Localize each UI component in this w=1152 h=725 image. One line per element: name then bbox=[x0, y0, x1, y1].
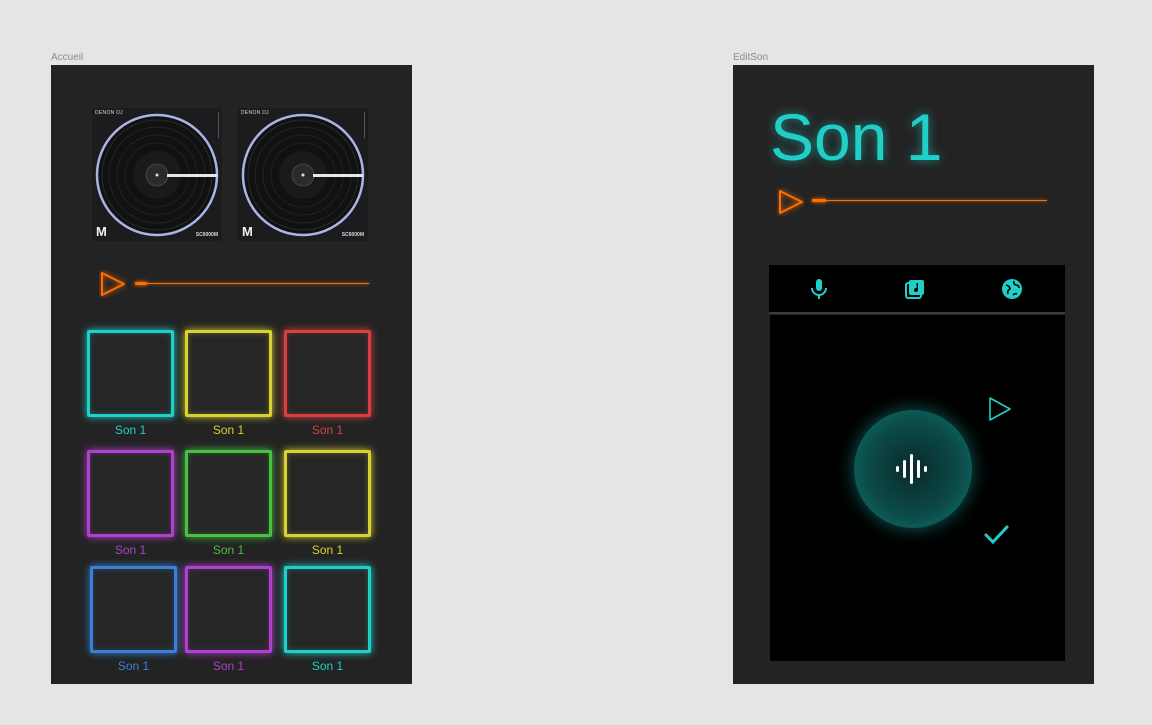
globe-icon[interactable] bbox=[1000, 277, 1024, 301]
sound-pad[interactable]: Son 1 bbox=[87, 330, 174, 437]
deck-model: SC6000M bbox=[341, 232, 364, 238]
source-tabs bbox=[769, 265, 1065, 314]
pad-square[interactable] bbox=[284, 566, 371, 653]
playback-bar bbox=[777, 186, 1049, 216]
sound-pad[interactable]: Son 1 bbox=[185, 450, 272, 557]
pad-label: Son 1 bbox=[117, 659, 150, 673]
deck-logo: M bbox=[242, 224, 253, 239]
platter[interactable] bbox=[95, 113, 219, 237]
recording-panel bbox=[770, 315, 1065, 661]
deck-model: SC6000M bbox=[195, 232, 218, 238]
pad-label: Son 1 bbox=[311, 543, 344, 557]
pad-square[interactable] bbox=[284, 330, 371, 417]
pad-square[interactable] bbox=[90, 566, 177, 653]
pitch-fader[interactable] bbox=[354, 112, 365, 138]
pad-square[interactable] bbox=[284, 450, 371, 537]
checkmark-icon[interactable] bbox=[983, 523, 1011, 547]
sound-pad[interactable]: Son 1 bbox=[185, 566, 272, 673]
pad-label: Son 1 bbox=[114, 543, 147, 557]
sound-pad[interactable]: Son 1 bbox=[90, 566, 177, 673]
record-button[interactable] bbox=[854, 410, 972, 528]
sound-pad[interactable]: Son 1 bbox=[87, 450, 174, 557]
play-icon[interactable] bbox=[99, 270, 127, 298]
platter[interactable] bbox=[241, 113, 365, 237]
sound-pad[interactable]: Son 1 bbox=[284, 330, 371, 437]
music-library-icon[interactable] bbox=[903, 277, 927, 301]
pad-square[interactable] bbox=[87, 330, 174, 417]
turntable-deck-right[interactable]: DENON DJ M SC6000M bbox=[238, 108, 368, 241]
deck-brand: DENON DJ bbox=[241, 110, 269, 116]
turntable-deck-left[interactable]: DENON DJ M SC6000M bbox=[92, 108, 222, 241]
sound-pad[interactable]: Son 1 bbox=[185, 330, 272, 437]
pad-square[interactable] bbox=[185, 330, 272, 417]
deck-brand: DENON DJ bbox=[95, 110, 123, 116]
pad-label: Son 1 bbox=[212, 659, 245, 673]
pad-label: Son 1 bbox=[311, 659, 344, 673]
play-outline-icon[interactable] bbox=[986, 395, 1014, 423]
frame-label-accueil: Accueil bbox=[51, 52, 84, 63]
progress-track[interactable] bbox=[135, 283, 369, 284]
pad-label: Son 1 bbox=[212, 423, 245, 437]
sound-title: Son 1 bbox=[770, 100, 943, 174]
accueil-screen: DENON DJ M SC6000M DENON DJ M SC6000M So… bbox=[51, 65, 412, 684]
editson-screen: Son 1 bbox=[733, 65, 1094, 684]
pad-label: Son 1 bbox=[114, 423, 147, 437]
sound-pad[interactable]: Son 1 bbox=[284, 566, 371, 673]
play-icon[interactable] bbox=[777, 188, 805, 216]
pad-square[interactable] bbox=[185, 566, 272, 653]
progress-track[interactable] bbox=[812, 200, 1047, 201]
playback-bar bbox=[99, 268, 371, 298]
sound-pad[interactable]: Son 1 bbox=[284, 450, 371, 557]
pitch-fader[interactable] bbox=[208, 112, 219, 138]
microphone-icon[interactable] bbox=[807, 277, 831, 301]
frame-label-editson: EditSon bbox=[733, 52, 769, 63]
pad-square[interactable] bbox=[87, 450, 174, 537]
pad-square[interactable] bbox=[185, 450, 272, 537]
waveform-icon bbox=[896, 454, 927, 484]
pad-label: Son 1 bbox=[212, 543, 245, 557]
deck-logo: M bbox=[96, 224, 107, 239]
pad-label: Son 1 bbox=[311, 423, 344, 437]
